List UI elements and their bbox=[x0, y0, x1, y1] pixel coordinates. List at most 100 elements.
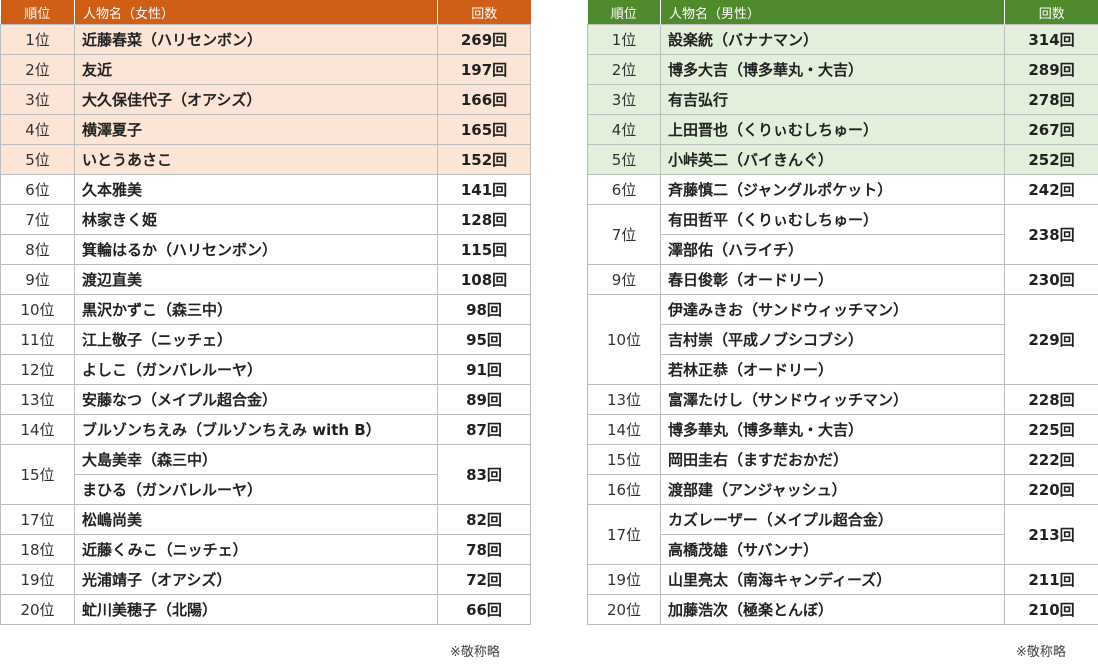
count-cell: 230回 bbox=[1004, 264, 1098, 295]
name-cell: 横澤夏子 bbox=[74, 114, 438, 145]
rank-cell: 20位 bbox=[587, 594, 661, 625]
name-cell: 高橋茂雄（サバンナ） bbox=[660, 534, 1005, 565]
count-cell: 210回 bbox=[1004, 594, 1098, 625]
table-row: 9位 春日俊彰（オードリー） 230回 bbox=[587, 264, 1098, 295]
table-row: 14位 ブルゾンちえみ（ブルゾンちえみ with B） 87回 bbox=[0, 414, 531, 445]
count-cell: 82回 bbox=[437, 504, 531, 535]
rank-cell: 2位 bbox=[587, 54, 661, 85]
name-cell: 吉村崇（平成ノブシコブシ） bbox=[660, 324, 1005, 355]
table-row: 20位 加藤浩次（極楽とんぼ） 210回 bbox=[587, 594, 1098, 625]
table-row: 4位 上田晋也（くりぃむしちゅー） 267回 bbox=[587, 114, 1098, 145]
rank-cell: 14位 bbox=[0, 414, 75, 445]
count-cell: 229回 bbox=[1004, 294, 1098, 385]
rank-cell: 4位 bbox=[0, 114, 75, 145]
name-cell: 久本雅美 bbox=[74, 174, 438, 205]
count-cell: 95回 bbox=[437, 324, 531, 355]
rank-cell: 2位 bbox=[0, 54, 75, 85]
name-cell: 光浦靖子（オアシズ） bbox=[74, 564, 438, 595]
table-row: 16位 渡部建（アンジャッシュ） 220回 bbox=[587, 474, 1098, 505]
name-cell: 大島美幸（森三中） bbox=[74, 444, 438, 475]
count-cell: 89回 bbox=[437, 384, 531, 415]
name-cell: 博多華丸（博多華丸・大吉） bbox=[660, 414, 1005, 445]
rank-cell: 20位 bbox=[0, 594, 75, 625]
name-cell: 安藤なつ（メイプル超合金） bbox=[74, 384, 438, 415]
count-cell: 228回 bbox=[1004, 384, 1098, 415]
rank-cell: 17位 bbox=[587, 504, 661, 565]
name-cell: 斉藤慎二（ジャングルポケット） bbox=[660, 174, 1005, 205]
name-cell: 澤部佑（ハライチ） bbox=[660, 234, 1005, 265]
table-row: 3位 有吉弘行 278回 bbox=[587, 84, 1098, 115]
table-row: 13位 安藤なつ（メイプル超合金） 89回 bbox=[0, 384, 531, 415]
name-cell: 松嶋尚美 bbox=[74, 504, 438, 535]
header-rank: 順位 bbox=[0, 0, 75, 25]
female-ranking: 順位 人物名（女性） 回数 1位 近藤春菜（ハリセンボン） 269回 2位 友近 197回… bbox=[0, 0, 531, 625]
rank-cell: 15位 bbox=[587, 444, 661, 475]
table-row: 10位 黒沢かずこ（森三中） 98回 bbox=[0, 294, 531, 325]
rank-cell: 1位 bbox=[587, 24, 661, 55]
table-row: 4位 横澤夏子 165回 bbox=[0, 114, 531, 145]
count-cell: 238回 bbox=[1004, 204, 1098, 265]
name-cell: 岡田圭右（ますだおかだ） bbox=[660, 444, 1005, 475]
name-cell: 林家きく姫 bbox=[74, 204, 438, 235]
count-cell: 66回 bbox=[437, 594, 531, 625]
rank-cell: 13位 bbox=[0, 384, 75, 415]
count-cell: 211回 bbox=[1004, 564, 1098, 595]
table-row: 20位 虻川美穂子（北陽） 66回 bbox=[0, 594, 531, 625]
name-cell: 上田晋也（くりぃむしちゅー） bbox=[660, 114, 1005, 145]
name-cell: 箕輪はるか（ハリセンボン） bbox=[74, 234, 438, 265]
table-row: 9位 渡辺直美 108回 bbox=[0, 264, 531, 295]
count-cell: 91回 bbox=[437, 354, 531, 385]
count-cell: 314回 bbox=[1004, 24, 1098, 55]
table-row: 3位 大久保佳代子（オアシズ） 166回 bbox=[0, 84, 531, 115]
table-row: 10位 伊達みきお（サンドウィッチマン） 229回 bbox=[587, 294, 1098, 385]
name-cell: 渡辺直美 bbox=[74, 264, 438, 295]
count-cell: 267回 bbox=[1004, 114, 1098, 145]
name-cell: 友近 bbox=[74, 54, 438, 85]
name-cell: よしこ（ガンバレルーヤ） bbox=[74, 354, 438, 385]
rank-cell: 6位 bbox=[587, 174, 661, 205]
table-row: 17位 カズレーザー（メイプル超合金） 213回 bbox=[587, 504, 1098, 565]
rank-cell: 14位 bbox=[587, 414, 661, 445]
table-row: 19位 山里亮太（南海キャンディーズ） 211回 bbox=[587, 564, 1098, 595]
rank-cell: 9位 bbox=[587, 264, 661, 295]
female-header-row: 順位 人物名（女性） 回数 bbox=[0, 0, 531, 25]
count-cell: 269回 bbox=[437, 24, 531, 55]
table-row: 2位 博多大吉（博多華丸・大吉） 289回 bbox=[587, 54, 1098, 85]
name-cell: 設楽統（バナナマン） bbox=[660, 24, 1005, 55]
count-cell: 252回 bbox=[1004, 144, 1098, 175]
count-cell: 225回 bbox=[1004, 414, 1098, 445]
name-cell: まひる（ガンバレルーヤ） bbox=[74, 474, 438, 505]
name-cell: 春日俊彰（オードリー） bbox=[660, 264, 1005, 295]
rank-cell: 3位 bbox=[0, 84, 75, 115]
count-cell: 83回 bbox=[437, 444, 531, 505]
rank-cell: 6位 bbox=[0, 174, 75, 205]
count-cell: 115回 bbox=[437, 234, 531, 265]
rank-cell: 11位 bbox=[0, 324, 75, 355]
name-cell: いとうあさこ bbox=[74, 144, 438, 175]
name-cell: 加藤浩次（極楽とんぼ） bbox=[660, 594, 1005, 625]
rank-cell: 4位 bbox=[587, 114, 661, 145]
honorific-note: ※敬称略 bbox=[450, 645, 500, 660]
table-row: 7位 有田哲平（くりぃむしちゅー） 238回 bbox=[587, 204, 1098, 265]
table-row: 19位 光浦靖子（オアシズ） 72回 bbox=[0, 564, 531, 595]
count-cell: 165回 bbox=[437, 114, 531, 145]
table-row: 11位 江上敬子（ニッチェ） 95回 bbox=[0, 324, 531, 355]
count-cell: 72回 bbox=[437, 564, 531, 595]
count-cell: 222回 bbox=[1004, 444, 1098, 475]
table-row: 18位 近藤くみこ（ニッチェ） 78回 bbox=[0, 534, 531, 565]
count-cell: 220回 bbox=[1004, 474, 1098, 505]
name-cell: 有吉弘行 bbox=[660, 84, 1005, 115]
count-cell: 108回 bbox=[437, 264, 531, 295]
rank-cell: 9位 bbox=[0, 264, 75, 295]
table-row: 2位 友近 197回 bbox=[0, 54, 531, 85]
rank-cell: 13位 bbox=[587, 384, 661, 415]
rank-cell: 17位 bbox=[0, 504, 75, 535]
name-cell: 富澤たけし（サンドウィッチマン） bbox=[660, 384, 1005, 415]
honorific-note: ※敬称略 bbox=[1016, 645, 1066, 660]
count-cell: 197回 bbox=[437, 54, 531, 85]
name-cell: 若林正恭（オードリー） bbox=[660, 354, 1005, 385]
table-row: 1位 設楽統（バナナマン） 314回 bbox=[587, 24, 1098, 55]
table-row: 6位 斉藤慎二（ジャングルポケット） 242回 bbox=[587, 174, 1098, 205]
count-cell: 166回 bbox=[437, 84, 531, 115]
count-cell: 87回 bbox=[437, 414, 531, 445]
